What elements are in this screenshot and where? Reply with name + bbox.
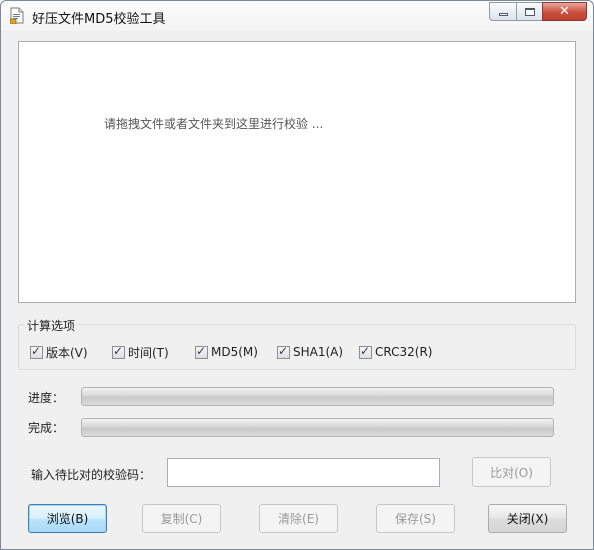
complete-bar [81, 418, 554, 437]
drop-hint: 请拖拽文件或者文件夹到这里进行校验 ... [104, 117, 324, 131]
checkmark-icon: ✓ [113, 343, 124, 358]
checkbox-version[interactable]: ✓ 版本(V) [30, 344, 88, 360]
checksum-label: 输入待比对的校验码： [31, 468, 152, 482]
checkbox-sha1[interactable]: ✓ SHA1(A) [277, 344, 343, 360]
caption-buttons: ✕ [489, 2, 587, 21]
title-bar[interactable]: 好压文件MD5校验工具 ✕ [1, 1, 593, 31]
checkmark-icon: ✓ [31, 343, 42, 358]
browse-button[interactable]: 浏览(B) [28, 504, 107, 533]
compare-button[interactable]: 比对(O) [472, 457, 551, 487]
options-legend: 计算选项 [24, 317, 79, 334]
checkbox-md5[interactable]: ✓ MD5(M) [195, 344, 258, 360]
checksum-input[interactable] [167, 458, 440, 487]
checkbox-box[interactable]: ✓ [359, 343, 372, 359]
progress-bar [81, 387, 554, 406]
maximize-button[interactable] [516, 2, 542, 21]
checkbox-label: MD5(M) [211, 345, 258, 359]
document-icon [9, 7, 24, 25]
checkbox-box[interactable]: ✓ [30, 343, 43, 359]
checkbox-crc32[interactable]: ✓ CRC32(R) [359, 344, 432, 360]
checkbox-label: SHA1(A) [293, 345, 344, 359]
close-icon: ✕ [559, 4, 570, 19]
checkbox-time[interactable]: ✓ 时间(T) [112, 344, 169, 360]
checkbox-label: 时间(T) [128, 345, 169, 360]
checkmark-icon: ✓ [278, 343, 289, 358]
window-title: 好压文件MD5校验工具 [32, 12, 166, 27]
copy-button[interactable]: 复制(C) [142, 504, 221, 533]
maximize-icon [524, 7, 535, 16]
progress-label: 进度： [28, 391, 65, 405]
minimize-icon [498, 13, 508, 16]
complete-label: 完成： [28, 421, 65, 435]
checkmark-icon: ✓ [196, 343, 207, 358]
close-button[interactable]: 关闭(X) [488, 504, 567, 533]
minimize-button[interactable] [489, 2, 516, 21]
file-drop-area[interactable]: 请拖拽文件或者文件夹到这里进行校验 ... [18, 41, 576, 303]
checkmark-icon: ✓ [360, 343, 371, 358]
close-window-button[interactable]: ✕ [542, 2, 587, 21]
main-window: 好压文件MD5校验工具 ✕ 请拖拽文件或者文件夹到这里进行校验 ... 计算选项… [0, 0, 594, 550]
checkbox-box[interactable]: ✓ [112, 343, 125, 359]
save-button[interactable]: 保存(S) [376, 504, 455, 533]
checkbox-box[interactable]: ✓ [195, 343, 208, 359]
checkbox-box[interactable]: ✓ [277, 343, 290, 359]
clear-button[interactable]: 清除(E) [259, 504, 338, 533]
checkbox-label: 版本(V) [46, 345, 88, 360]
checkbox-label: CRC32(R) [375, 345, 433, 359]
